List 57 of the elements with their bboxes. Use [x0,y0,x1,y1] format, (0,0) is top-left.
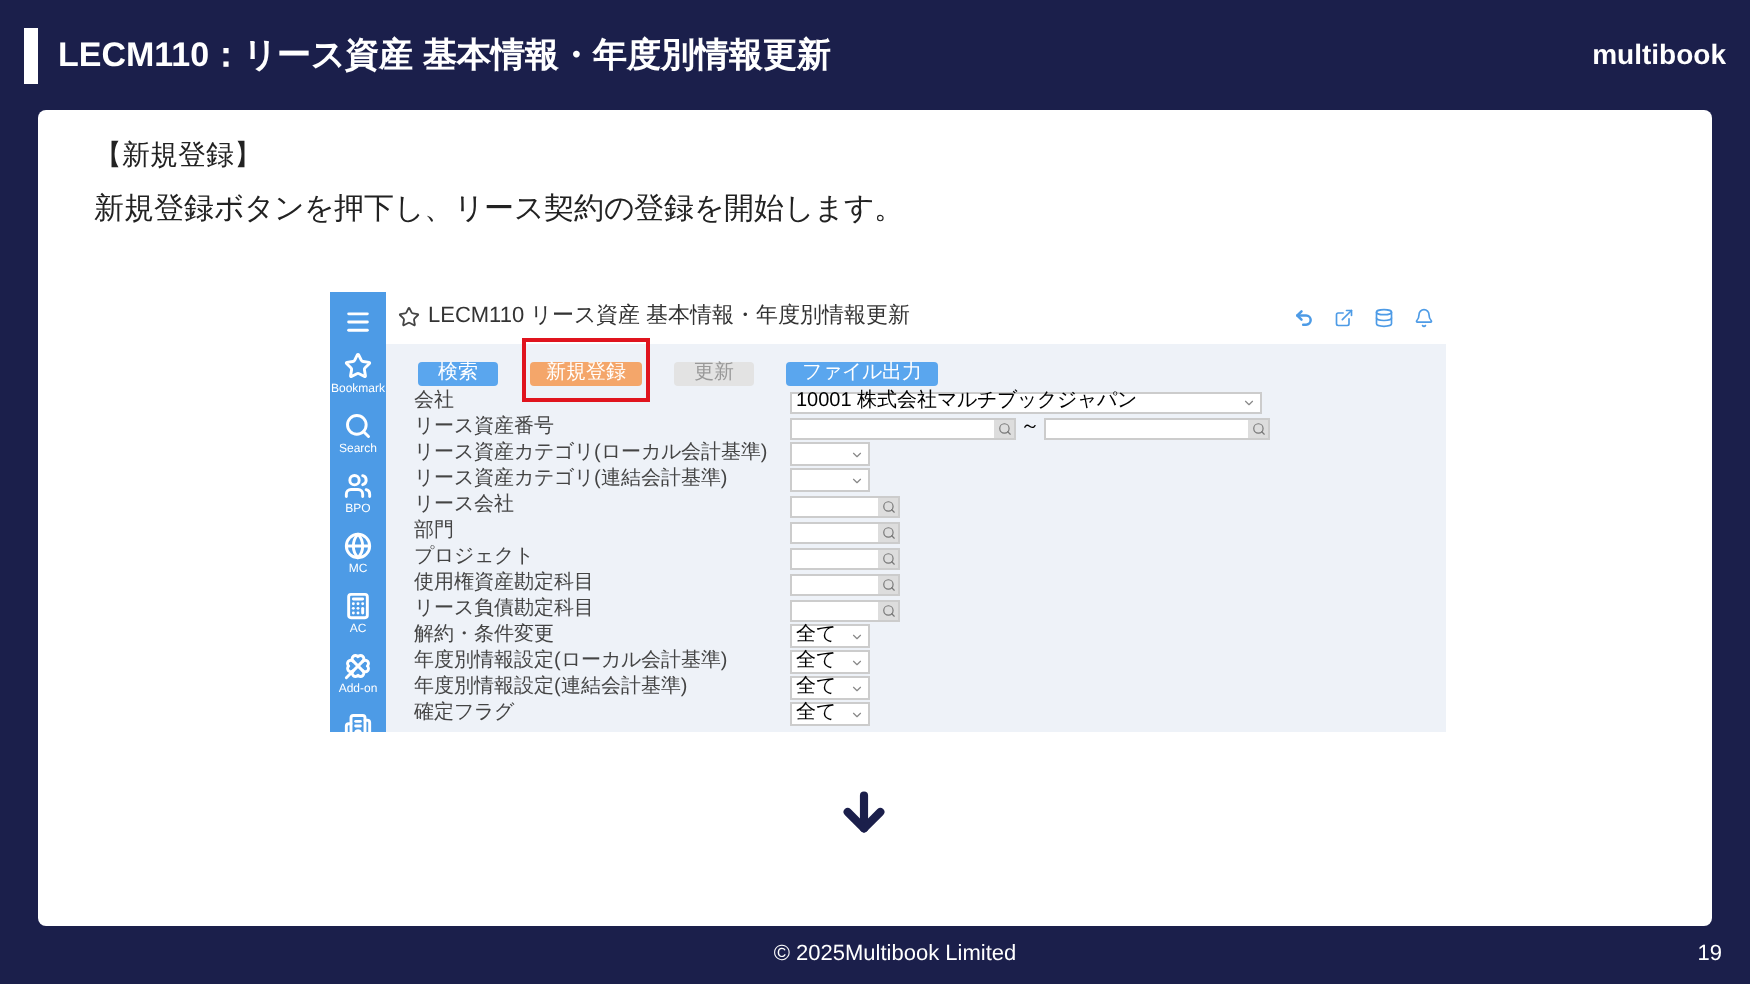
lookup-field[interactable] [790,521,900,543]
slide-title: LECM110：リース資産 基本情報・年度別情報更新 [58,33,833,78]
field-label: リース資産番号 [414,418,556,438]
sidebar-people-icon[interactable] [344,471,372,499]
chevron-icon [1242,395,1256,409]
select-field[interactable]: 10001 株式会社マルチブックジャパン [790,391,1262,413]
section-heading: 【新規登録】 [94,136,264,174]
field-label: 使用権資産勘定科目 [414,574,596,594]
dropdown-field[interactable] [790,468,870,492]
search-icon [1251,421,1265,435]
range-separator: ～ [1020,418,1040,438]
window-icon[interactable] [1334,307,1354,327]
dropdown-field[interactable]: 全て [790,676,870,700]
field-label: リース資産カテゴリ(ローカル会計基準) [414,444,770,464]
dropdown-field[interactable]: 全て [790,624,870,648]
lookup-field[interactable] [790,417,1016,439]
field-label: プロジェクト [414,548,536,568]
copyright: © 2025Multibook Limited [773,940,1017,971]
field-label: 確定フラグ [414,704,516,724]
star-icon[interactable] [398,306,420,328]
page-number: 19 [1697,940,1723,971]
search-icon [881,603,895,617]
sidebar-star-icon[interactable] [343,351,372,379]
sidebar-building-icon[interactable] [344,711,372,731]
field-label: 解約・条件変更 [414,626,556,646]
window-title: LECM110 リース資産 基本情報・年度別情報更新 [428,301,913,333]
sidebar-clover-icon[interactable] [343,651,372,679]
field-label: 年度別情報設定(連結会計基準) [414,678,690,698]
field-label: リース会社 [414,496,516,516]
sidebar-calculator-icon[interactable] [344,591,372,619]
lookup-field[interactable] [790,599,900,621]
lookup-field[interactable] [790,495,900,517]
search-icon [997,421,1011,435]
field-label: 部門 [414,522,456,542]
logo: multibook [1592,36,1726,74]
sidebar-menu-icon[interactable] [344,307,372,335]
sidebar-globe-icon[interactable] [344,531,372,559]
undo-icon[interactable] [1294,307,1314,327]
search-icon [881,577,895,591]
search-icon [881,525,895,539]
field-label: リース資産カテゴリ(連結会計基準) [414,470,730,490]
field-label: 年度別情報設定(ローカル会計基準) [414,652,730,672]
bell-icon[interactable] [1414,307,1434,327]
lookup-field[interactable] [1044,417,1270,439]
lookup-field[interactable] [790,547,900,569]
dropdown-field[interactable]: 全て [790,702,870,726]
dropdown-field[interactable]: 全て [790,650,870,674]
search-icon [881,499,895,513]
search-icon [881,551,895,565]
description: 新規登録ボタンを押下し、リース契約の登録を開始します。 [94,190,906,230]
lookup-field[interactable] [790,573,900,595]
dropdown-field[interactable] [790,442,870,466]
database-icon[interactable] [1374,307,1394,327]
title-accent-bar [24,27,38,83]
sidebar-search-icon[interactable] [343,411,372,439]
field-label: リース負債勘定科目 [414,600,596,620]
field-label: 会社 [414,392,456,412]
